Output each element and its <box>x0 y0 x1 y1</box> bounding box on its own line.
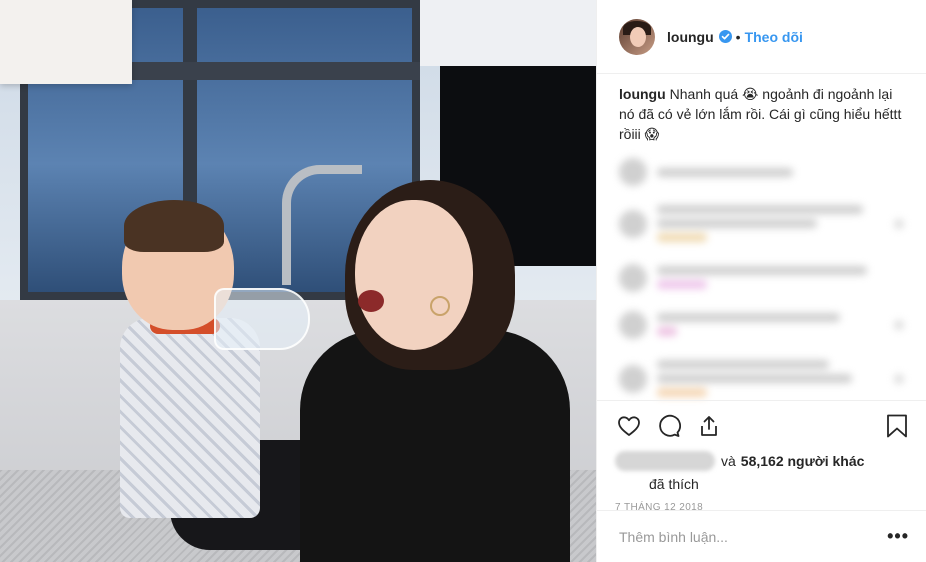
blurred-comments <box>619 158 904 402</box>
liked-text: đã thích <box>649 476 699 492</box>
bookmark-icon <box>887 414 907 438</box>
header-separator: • <box>735 28 741 45</box>
likes-count-link[interactable]: 58,162 người khác <box>741 453 865 469</box>
save-button[interactable] <box>883 412 911 440</box>
share-icon <box>701 416 717 436</box>
post-actions: và 58,162 người khác đã thích 7 THÁNG 12… <box>597 400 926 513</box>
liker-username-blurred[interactable] <box>615 451 715 471</box>
comment-item <box>619 158 904 186</box>
comment-bubble-icon <box>659 414 681 437</box>
photo-cabinet-left <box>0 0 132 84</box>
comment-input[interactable] <box>619 528 888 545</box>
photo-woman-mouth <box>358 290 384 312</box>
comment-item <box>619 308 904 341</box>
post-caption: loungu Nhanh quá 😭 ngoảnh đi ngoảnh lại n… <box>619 84 904 144</box>
likes-connector: và <box>721 453 736 469</box>
likes-line: và 58,162 người khác <box>615 451 911 471</box>
photo-glass-jug <box>214 288 310 350</box>
action-icon-row <box>615 409 911 443</box>
avatar[interactable] <box>619 18 655 55</box>
verified-badge-icon <box>718 30 732 43</box>
photo-cabinet-right <box>420 0 596 66</box>
add-comment-bar: ••• <box>597 510 926 562</box>
photo-woman-face <box>355 200 473 350</box>
avatar-face <box>630 26 646 47</box>
photo-earring <box>430 296 450 316</box>
more-options-button[interactable]: ••• <box>887 526 909 547</box>
share-button[interactable] <box>695 412 723 440</box>
comment-item <box>619 200 904 247</box>
post-photo[interactable] <box>0 0 596 562</box>
like-button[interactable] <box>615 412 643 440</box>
follow-button[interactable]: Theo dõi <box>745 29 803 45</box>
caption-username[interactable]: loungu <box>619 86 666 102</box>
comment-item <box>619 261 904 294</box>
comment-item <box>619 355 904 402</box>
heart-icon <box>618 416 640 436</box>
post-header: loungu • Theo dõi <box>597 0 926 74</box>
comment-button[interactable] <box>655 412 683 440</box>
instagram-post: loungu • Theo dõi loungu Nhanh quá 😭 ngoả… <box>0 0 926 562</box>
post-side-panel: loungu • Theo dõi loungu Nhanh quá 😭 ngoả… <box>596 0 926 562</box>
username-link[interactable]: loungu <box>667 29 714 45</box>
photo-child-hair <box>124 200 224 252</box>
comments-section: loungu Nhanh quá 😭 ngoảnh đi ngoảnh lại n… <box>597 74 926 409</box>
